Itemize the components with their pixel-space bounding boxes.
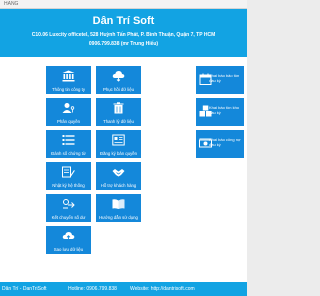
footer-hotline: Hotline: 0906.799.838	[68, 286, 117, 292]
company-info-label: Thông tin công ty	[52, 87, 85, 92]
support-tile[interactable]: Hỗ trợ khách hàng	[96, 162, 141, 190]
list-icon	[62, 134, 75, 146]
data-cleanup-tile[interactable]: Thanh lý dữ liệu	[96, 98, 141, 126]
menu-bar: HANG	[0, 0, 247, 9]
opening-debt-tile[interactable]: Khai báo công nợ đầu kỳ	[196, 130, 244, 158]
backup-label: Sao lưu dữ liệu	[53, 247, 84, 252]
user-key-icon	[62, 102, 75, 114]
opening-debt-label: Khai báo công nợ đầu kỳ	[209, 137, 241, 147]
opening-inventory-label: Khai báo tồn kho đầu kỳ	[209, 105, 240, 115]
trash-icon	[112, 102, 125, 114]
company-info-tile[interactable]: Thông tin công ty	[46, 66, 91, 94]
menu-bar-label[interactable]: HANG	[4, 1, 18, 8]
balance-transfer-tile[interactable]: Kết chuyển số dư	[46, 194, 91, 222]
support-label: Hỗ trợ khách hàng	[100, 183, 137, 188]
footer-website[interactable]: Website: http://dantrisoft.com	[130, 286, 195, 292]
user-guide-tile[interactable]: Hướng dẫn sử dụng	[96, 194, 141, 222]
opening-preservation-label: Khai báo bảo tồn đầu kỳ	[209, 73, 240, 83]
data-cleanup-label: Thanh lý dữ liệu	[103, 119, 134, 124]
status-bar: Dân Trí - DanTriSoft Hotline: 0906.799.8…	[0, 282, 247, 296]
system-log-tile[interactable]: Nhật ký hệ thống	[46, 162, 91, 190]
book-icon	[112, 198, 125, 210]
transfer-icon	[62, 198, 75, 210]
cloud-download-icon	[112, 70, 125, 82]
bank-icon	[62, 70, 75, 82]
app-header: Dân Trí Soft C10.06 Luxcity officetel, 5…	[0, 9, 247, 57]
permissions-label: Phân quyền	[57, 119, 80, 124]
dashboard-content: Thông tin công ty Phân quyền Đánh số chứ…	[0, 57, 247, 282]
company-phone: 0906.799.838 (mr Trung Hiếu)	[88, 41, 159, 47]
permissions-tile[interactable]: Phân quyền	[46, 98, 91, 126]
opening-inventory-tile[interactable]: Khai báo tồn kho đầu kỳ	[196, 98, 244, 126]
opening-preservation-tile[interactable]: Khai báo bảo tồn đầu kỳ	[196, 66, 244, 94]
restore-data-tile[interactable]: Phục hồi dữ liệu	[96, 66, 141, 94]
edit-log-icon	[62, 166, 75, 178]
balance-transfer-label: Kết chuyển số dư	[51, 215, 86, 220]
user-guide-label: Hướng dẫn sử dụng	[99, 215, 138, 220]
doc-numbering-label: Đánh số chứng từ	[51, 151, 86, 156]
footer-brand: Dân Trí - DanTriSoft	[2, 286, 47, 292]
backup-tile[interactable]: Sao lưu dữ liệu	[46, 226, 91, 254]
license-label: Đăng ký bản quyền	[99, 151, 138, 156]
handshake-icon	[112, 166, 125, 178]
app-title: Dân Trí Soft	[92, 15, 155, 27]
cloud-upload-icon	[62, 230, 75, 242]
license-tile[interactable]: Đăng ký bản quyền	[96, 130, 141, 158]
company-address: C10.06 Luxcity officetel, 528 Huỳnh Tấn …	[31, 32, 216, 38]
doc-numbering-tile[interactable]: Đánh số chứng từ	[46, 130, 91, 158]
restore-data-label: Phục hồi dữ liệu	[102, 87, 135, 92]
system-log-label: Nhật ký hệ thống	[52, 183, 85, 188]
license-icon	[112, 134, 125, 146]
